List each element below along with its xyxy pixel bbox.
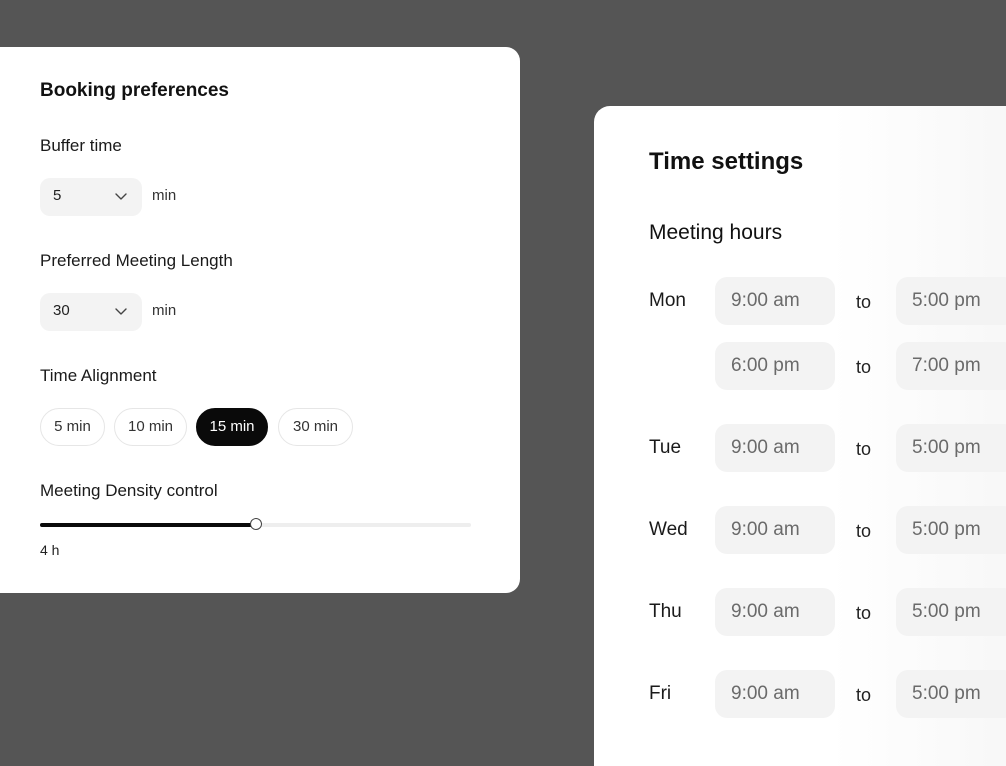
time-settings-title: Time settings: [649, 148, 804, 175]
chevron-down-icon: [115, 193, 127, 200]
meeting-density-slider[interactable]: [40, 518, 471, 530]
meeting-length-select[interactable]: 30: [40, 293, 142, 331]
day-label-wed: Wed: [649, 519, 688, 540]
alignment-option-10-min[interactable]: 10 min: [114, 408, 187, 446]
start-time-field-wed[interactable]: 9:00 am: [715, 506, 835, 554]
range-separator: to: [856, 357, 872, 377]
booking-preferences-card: Booking preferences Buffer time 5 min Pr…: [0, 47, 520, 593]
start-time-field-tue[interactable]: 9:00 am: [715, 424, 835, 472]
time-alignment-label: Time Alignment: [40, 366, 157, 385]
day-label-thu: Thu: [649, 601, 682, 622]
chevron-down-icon: [115, 308, 127, 315]
alignment-option-30-min[interactable]: 30 min: [278, 408, 353, 446]
alignment-option-5-min[interactable]: 5 min: [40, 408, 105, 446]
day-label-fri: Fri: [649, 683, 672, 704]
start-time-field-fri[interactable]: 9:00 am: [715, 670, 835, 718]
end-time-field-tue[interactable]: 5:00 pm: [896, 424, 1006, 472]
buffer-time-unit: min: [152, 187, 177, 204]
end-time-field-wed[interactable]: 5:00 pm: [896, 506, 1006, 554]
buffer-time-label: Buffer time: [40, 136, 122, 155]
end-time-field-mon[interactable]: 7:00 pm: [896, 342, 1006, 390]
meeting-density-value: 4 h: [40, 542, 60, 558]
meeting-density-label: Meeting Density control: [40, 481, 218, 500]
meeting-length-value: 30: [53, 302, 70, 319]
time-settings-card: Time settings Meeting hours Mon 9:00 am to…: [594, 106, 1006, 766]
end-time-field-thu[interactable]: 5:00 pm: [896, 588, 1006, 636]
end-time-field-fri[interactable]: 5:00 pm: [896, 670, 1006, 718]
start-time-field-thu[interactable]: 9:00 am: [715, 588, 835, 636]
end-time-field-mon[interactable]: 5:00 pm: [896, 277, 1006, 325]
buffer-time-select[interactable]: 5: [40, 178, 142, 216]
alignment-option-15-min[interactable]: 15 min: [196, 408, 268, 446]
day-label-mon: Mon: [649, 290, 686, 311]
range-separator: to: [856, 521, 872, 541]
start-time-field-mon[interactable]: 9:00 am: [715, 277, 835, 325]
day-label-tue: Tue: [649, 437, 682, 458]
meeting-hours-heading: Meeting hours: [649, 221, 783, 244]
range-separator: to: [856, 603, 872, 623]
meeting-density-slider-fill: [40, 523, 256, 527]
meeting-length-label: Preferred Meeting Length: [40, 251, 233, 270]
meeting-length-unit: min: [152, 302, 177, 319]
meeting-density-slider-handle[interactable]: [250, 518, 262, 530]
range-separator: to: [856, 292, 872, 312]
start-time-field-mon[interactable]: 6:00 pm: [715, 342, 835, 390]
buffer-time-value: 5: [53, 187, 62, 204]
range-separator: to: [856, 685, 872, 705]
booking-preferences-title: Booking preferences: [40, 80, 229, 101]
range-separator: to: [856, 439, 872, 459]
